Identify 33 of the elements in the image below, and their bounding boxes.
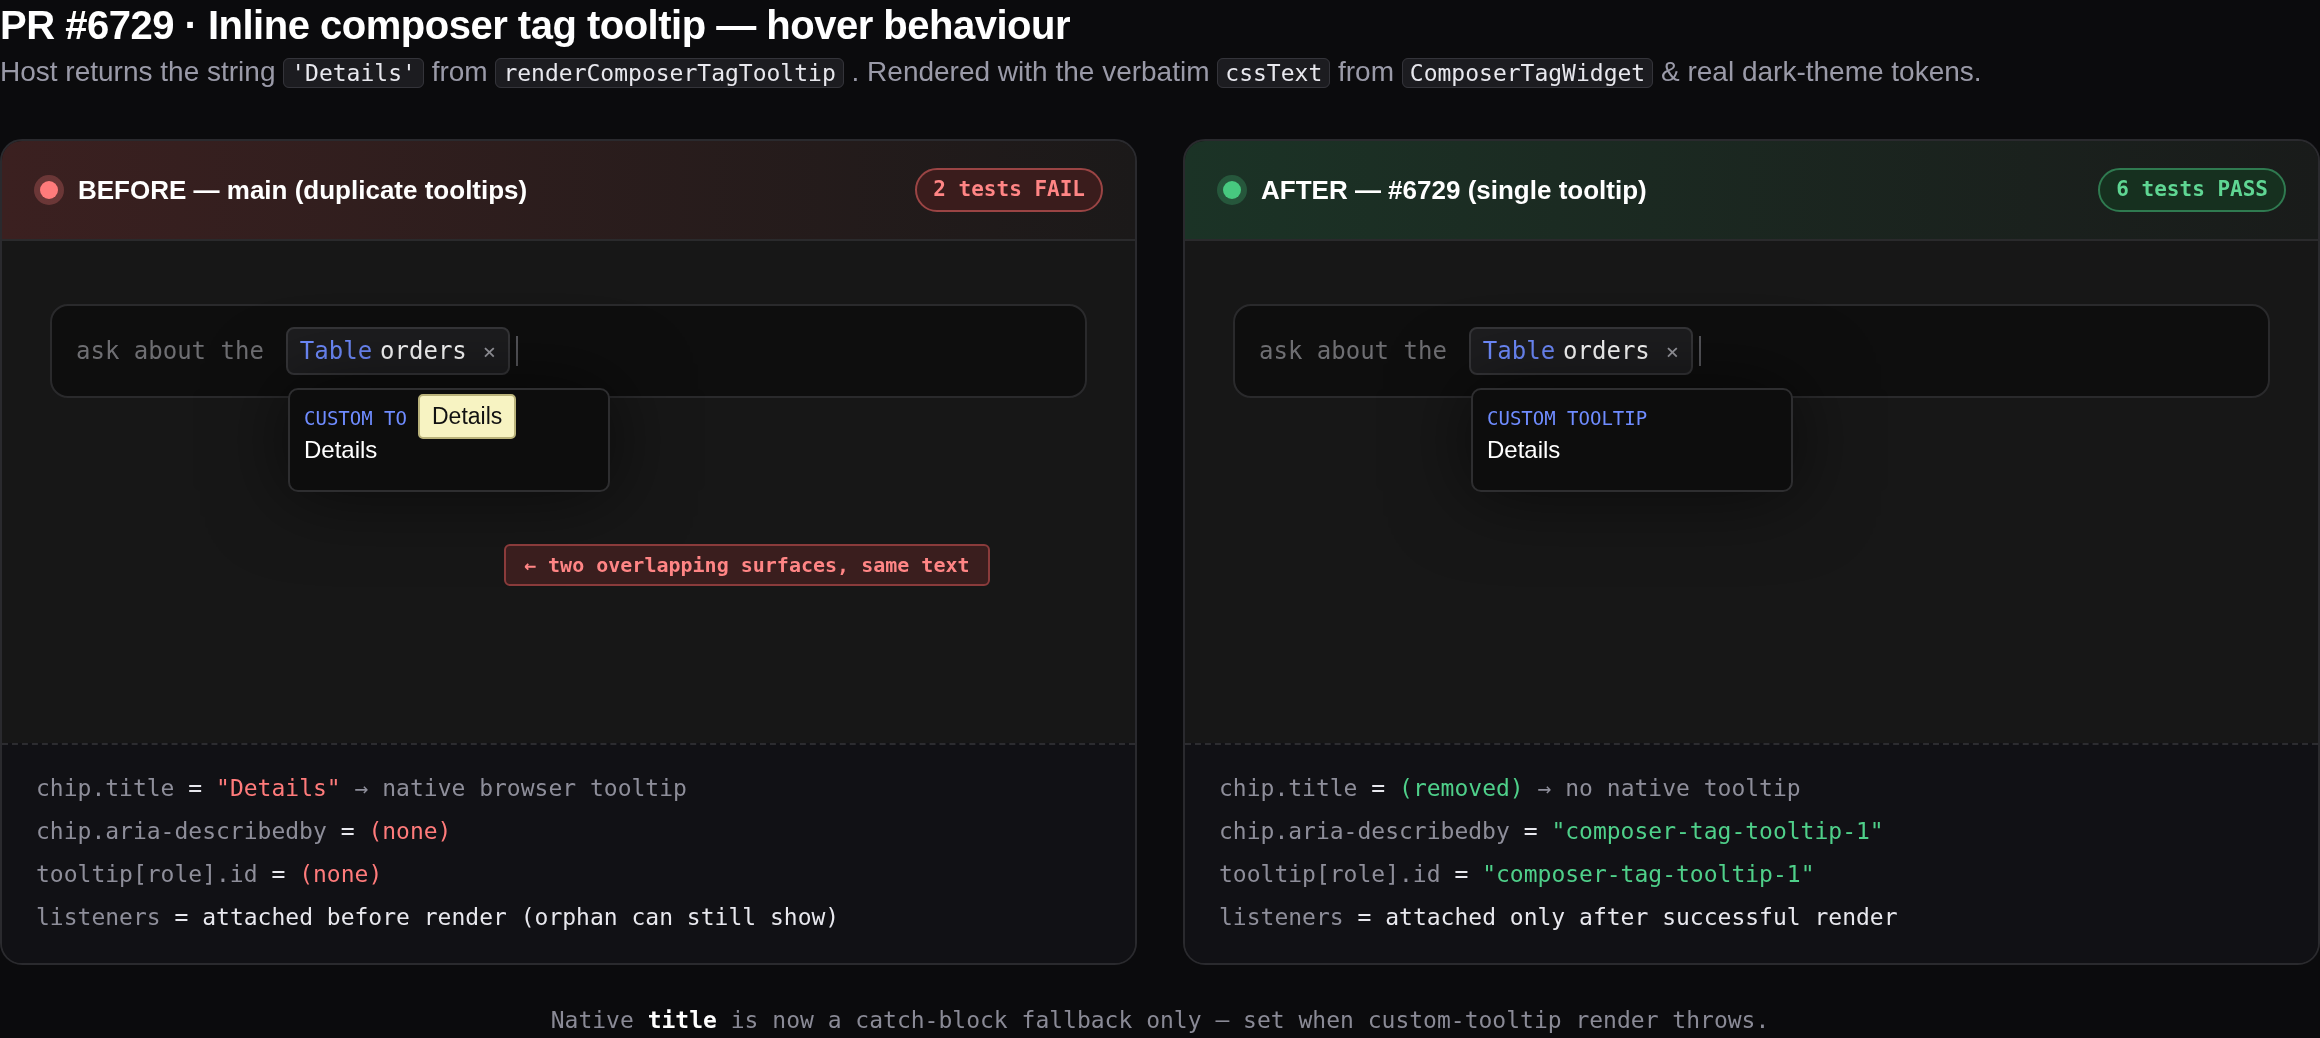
code-line: listeners = attached before render (orphan can still show) <box>36 903 841 932</box>
tag-type: Table <box>299 336 373 367</box>
remove-tag-button[interactable]: × <box>482 334 497 368</box>
tooltip-text: Details <box>304 435 378 465</box>
page-subtitle: Host returns the string 'Details' from renderComposerTagTooltip . Rendered with the verbatim cssText from ComposerTagWidget & real dark-theme tokens. <box>0 55 1983 90</box>
remove-tag-button[interactable]: × <box>1665 334 1680 368</box>
panel-title: AFTER — #6729 (single tooltip) <box>1261 173 1647 207</box>
code-line: chip.title = (removed) → no native tooltip <box>1219 774 1802 803</box>
code-line: chip.aria-describedby = "composer-tag-tooltip-1" <box>1219 817 1885 846</box>
text-cursor <box>1699 336 1702 366</box>
tooltip-text: Details <box>1487 435 1561 465</box>
tag-chip[interactable]: Table orders × <box>285 327 511 375</box>
test-status-badge: 2 tests FAIL <box>915 168 1103 212</box>
code-line: tooltip[role].id = (none) <box>36 860 384 889</box>
tooltip-label: CUSTOM TO <box>304 406 407 431</box>
panel-title: BEFORE — main (duplicate tooltips) <box>78 173 528 207</box>
code-line: listeners = attached only after successful render <box>1219 903 1899 932</box>
test-status-badge: 6 tests PASS <box>2098 168 2286 212</box>
composer-text: ask about the <box>76 336 264 367</box>
code-line: chip.title = "Details" → native browser tooltip <box>36 774 688 803</box>
code-line: tooltip[role].id = "composer-tag-tooltip-1" <box>1219 860 1816 889</box>
footer-note: Native title is now a catch-block fallback only — set when custom-tooltip render throws. <box>549 1006 1771 1035</box>
native-tooltip: Details <box>418 394 517 439</box>
text-cursor <box>516 336 519 366</box>
page-title: PR #6729 · Inline composer tag tooltip — hover behaviour <box>0 2 1071 49</box>
tag-name: orders <box>1563 336 1650 367</box>
tag-chip[interactable]: Table orders × <box>1468 327 1694 375</box>
tag-name: orders <box>380 336 467 367</box>
annotation-callout: ← two overlapping surfaces, same text <box>504 544 990 586</box>
code-line: chip.aria-describedby = (none) <box>36 817 453 846</box>
tag-type: Table <box>1482 336 1556 367</box>
tooltip-label: CUSTOM TOOLTIP <box>1487 406 1648 431</box>
composer-text: ask about the <box>1259 336 1447 367</box>
